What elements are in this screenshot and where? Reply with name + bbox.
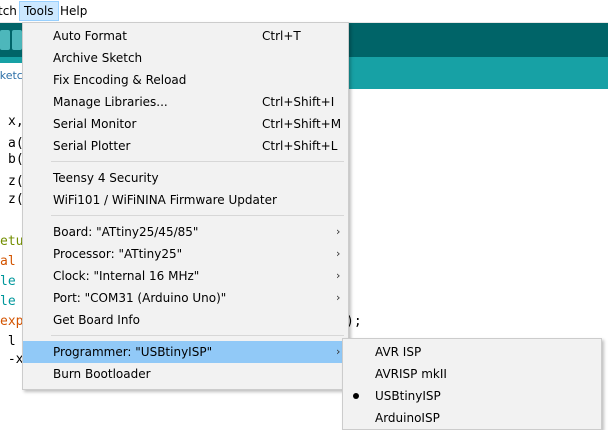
menu-item-serial-monitor[interactable]: Serial Monitor Ctrl+Shift+M: [23, 113, 348, 135]
submenu-item-label: ArduinoISP: [375, 411, 440, 425]
submenu-arrow-icon: ›: [336, 247, 341, 260]
menu-item-shortcut: Ctrl+Shift+M: [262, 117, 342, 131]
menu-item-label: Programmer: "USBtinyISP": [53, 345, 213, 359]
submenu-item-label: AVR ISP: [375, 345, 422, 359]
menu-item-shortcut: Ctrl+T: [262, 29, 301, 43]
menu-item-shortcut: Ctrl+Shift+I: [262, 95, 335, 109]
menu-separator: [51, 215, 344, 216]
menu-item-label: Serial Plotter: [53, 139, 131, 153]
menu-item-programmer[interactable]: Programmer: "USBtinyISP" ›: [23, 341, 348, 363]
menu-item-fix-encoding[interactable]: Fix Encoding & Reload: [23, 69, 348, 91]
code-line: l: [0, 334, 16, 349]
menu-separator: [51, 335, 344, 336]
menu-item-shortcut: Ctrl+Shift+L: [262, 139, 338, 153]
menu-separator: [51, 161, 344, 162]
code-line: al: [0, 254, 16, 269]
menu-item-label: Fix Encoding & Reload: [53, 73, 187, 87]
menu-item-serial-plotter[interactable]: Serial Plotter Ctrl+Shift+L: [23, 135, 348, 157]
submenu-item-usbtinyisp[interactable]: USBtinyISP: [343, 385, 601, 407]
menu-item-auto-format[interactable]: Auto Format Ctrl+T: [23, 25, 348, 47]
menu-item-label: Clock: "Internal 16 MHz": [53, 269, 200, 283]
menu-item-label: Manage Libraries...: [53, 95, 168, 109]
menu-item-label: Get Board Info: [53, 313, 140, 327]
menu-item-label: Burn Bootloader: [53, 367, 151, 381]
menu-item-board[interactable]: Board: "ATtiny25/45/85" ›: [23, 221, 348, 243]
menu-item-label: Board: "ATtiny25/45/85": [53, 225, 199, 239]
menu-item-port[interactable]: Port: "COM31 (Arduino Uno)" ›: [23, 287, 348, 309]
tools-menu: Auto Format Ctrl+T Archive Sketch Fix En…: [22, 22, 349, 390]
menu-item-wifi-updater[interactable]: WiFi101 / WiFiNINA Firmware Updater: [23, 189, 348, 211]
menu-item-label: Teensy 4 Security: [53, 171, 159, 185]
submenu-item-avr-isp[interactable]: AVR ISP: [343, 341, 601, 363]
submenu-arrow-icon: ›: [336, 225, 341, 238]
menu-item-label: Archive Sketch: [53, 51, 143, 65]
code-line: le: [0, 274, 16, 289]
menu-item-label: Serial Monitor: [53, 117, 137, 131]
code-line: etu: [0, 234, 24, 249]
programmer-submenu: AVR ISP AVRISP mkII USBtinyISP ArduinoIS…: [342, 338, 602, 430]
submenu-arrow-icon: ›: [336, 269, 341, 282]
submenu-item-label: USBtinyISP: [375, 389, 441, 403]
menu-item-get-board-info[interactable]: Get Board Info: [23, 309, 348, 331]
menu-sketch[interactable]: tch: [0, 2, 21, 20]
submenu-item-label: AVRISP mkII: [375, 367, 447, 381]
verify-button[interactable]: [0, 30, 10, 50]
menu-item-burn-bootloader[interactable]: Burn Bootloader: [23, 363, 348, 385]
menu-item-teensy-security[interactable]: Teensy 4 Security: [23, 167, 348, 189]
submenu-item-arduinoisp[interactable]: ArduinoISP: [343, 407, 601, 429]
menu-tools[interactable]: Tools: [19, 1, 59, 21]
code-line: exp: [0, 314, 24, 329]
code-line: le: [0, 294, 16, 309]
submenu-item-avrisp-mkii[interactable]: AVRISP mkII: [343, 363, 601, 385]
submenu-arrow-icon: ›: [336, 291, 341, 304]
upload-button[interactable]: [12, 30, 22, 50]
menu-item-label: Auto Format: [53, 29, 127, 43]
submenu-arrow-icon: ›: [336, 345, 341, 358]
menu-item-manage-libraries[interactable]: Manage Libraries... Ctrl+Shift+I: [23, 91, 348, 113]
menu-item-label: Processor: "ATtiny25": [53, 247, 183, 261]
selected-bullet-icon: [353, 393, 359, 399]
menu-item-label: Port: "COM31 (Arduino Uno)": [53, 291, 227, 305]
menu-help[interactable]: Help: [56, 2, 91, 20]
menu-item-processor[interactable]: Processor: "ATtiny25" ›: [23, 243, 348, 265]
menu-item-label: WiFi101 / WiFiNINA Firmware Updater: [53, 193, 277, 207]
code-line: -x: [0, 352, 24, 367]
menu-item-clock[interactable]: Clock: "Internal 16 MHz" ›: [23, 265, 348, 287]
menu-bar: tch Tools Help: [0, 0, 608, 23]
menu-item-archive-sketch[interactable]: Archive Sketch: [23, 47, 348, 69]
tab-sketch[interactable]: sketch2: [0, 63, 22, 89]
